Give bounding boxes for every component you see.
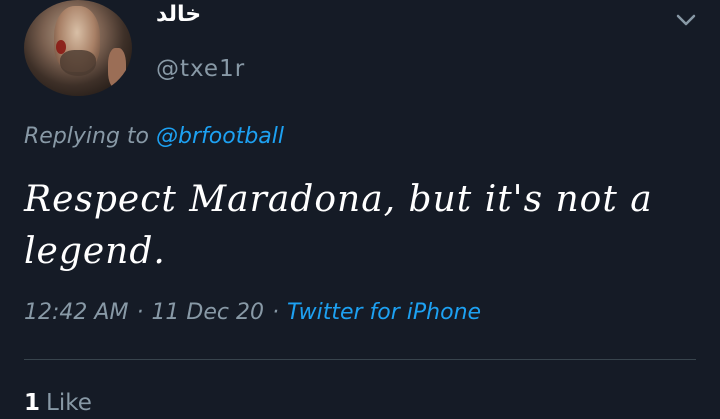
meta-separator: · [271,300,279,325]
divider [24,359,696,360]
likes-label: Like [46,390,92,416]
avatar-beard [60,50,96,76]
avatar-hand [108,48,126,88]
tweet-source-link[interactable]: Twitter for iPhone [287,300,481,325]
likes-stat[interactable]: 1 Like [24,390,92,416]
tweet-text: Respect Maradona, but it's not a legend. [24,179,653,272]
tweet-meta: 12:42 AM · 11 Dec 20 · Twitter for iPhone [24,300,481,325]
meta-separator: · [136,300,144,325]
reply-mention-link[interactable]: @brfootball [156,124,284,149]
user-handle[interactable]: @txe1r [156,56,245,82]
tweet-time[interactable]: 12:42 AM [24,300,128,325]
replying-to: Replying to @brfootball [24,124,284,149]
chevron-down-icon[interactable] [674,10,698,30]
tweet-date[interactable]: 11 Dec 20 [151,300,264,325]
replying-to-label: Replying to [24,124,150,149]
avatar-mark [56,40,66,54]
display-name[interactable]: خالد [156,2,201,27]
tweet-detail: خالد @txe1r Replying to @brfootball Resp… [0,0,720,419]
avatar[interactable] [24,0,132,96]
likes-count: 1 [24,390,41,416]
